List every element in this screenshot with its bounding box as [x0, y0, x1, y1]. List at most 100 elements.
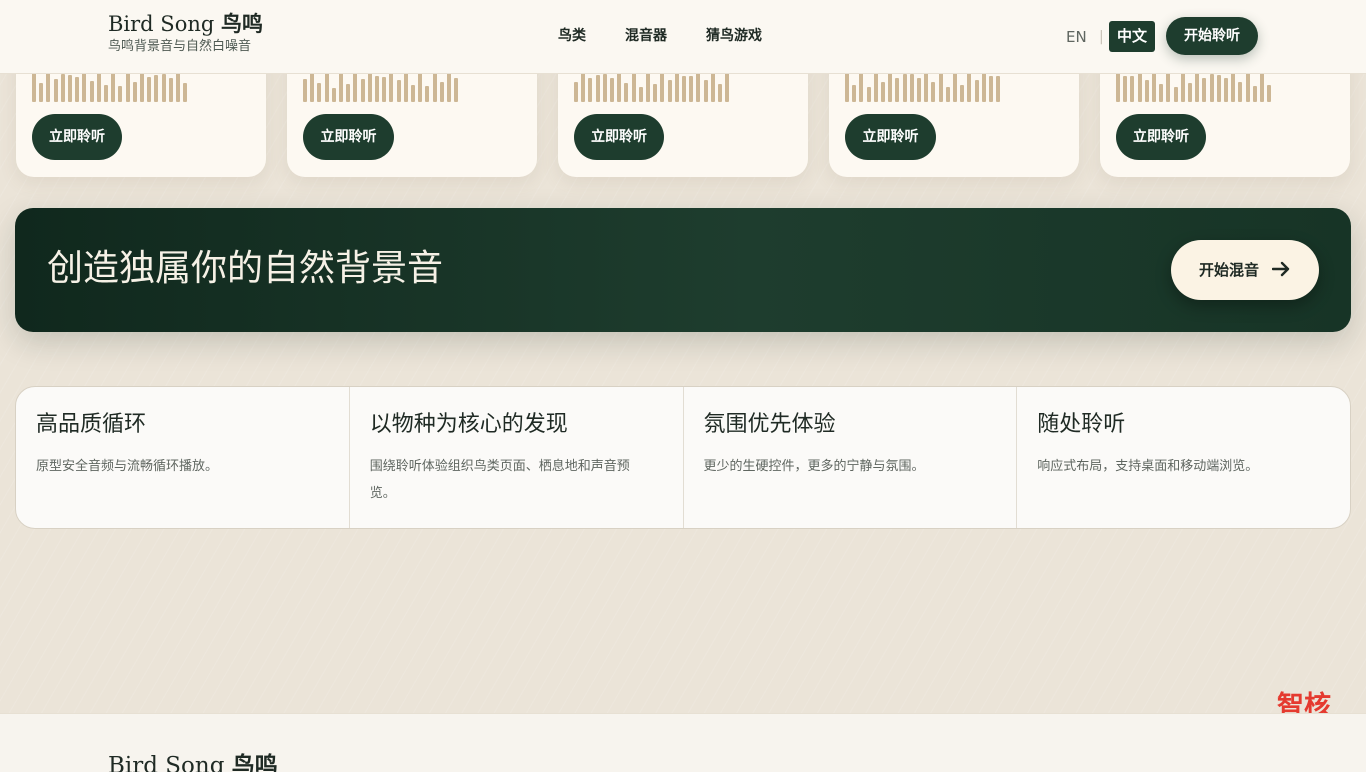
- site-footer: Bird Song 鸟鸣: [0, 713, 1366, 772]
- waveform-bar: [660, 71, 665, 102]
- waveform-bar: [1137, 73, 1142, 102]
- waveform-bar: [75, 77, 80, 102]
- waveform-bar: [653, 84, 658, 102]
- start-mix-button[interactable]: 开始混音: [1171, 240, 1319, 300]
- nav-item-mixer[interactable]: 混音器: [625, 26, 667, 46]
- site-header: Bird Song 鸟鸣 鸟鸣背景音与自然白噪音 鸟类 混音器 猜鸟游戏 EN …: [0, 0, 1366, 74]
- waveform-bar: [703, 80, 708, 102]
- waveform-bar: [403, 71, 408, 102]
- waveform-bar: [931, 82, 936, 102]
- waveform-bar: [1195, 72, 1200, 102]
- waveform-bar: [710, 71, 715, 102]
- lang-zh-toggle[interactable]: 中文: [1109, 21, 1155, 52]
- waveform-bar: [1245, 70, 1250, 102]
- waveform-bar: [938, 70, 943, 102]
- waveform-bar: [996, 76, 1001, 102]
- listen-now-button[interactable]: 立即聆听: [574, 114, 664, 160]
- waveform-bar: [176, 72, 180, 102]
- waveform-bar: [638, 87, 643, 102]
- banner-title: 创造独属你的自然背景音: [47, 248, 444, 289]
- waveform-bar: [989, 76, 993, 102]
- listen-now-button[interactable]: 立即聆听: [32, 114, 122, 160]
- waveform-bar: [945, 87, 950, 102]
- listen-now-button[interactable]: 立即聆听: [303, 114, 394, 160]
- footer-brand-latin: Bird Song: [108, 753, 225, 772]
- waveform-bar: [46, 71, 51, 102]
- waveform-bar: [1166, 70, 1171, 102]
- listen-now-button[interactable]: 立即聆听: [1116, 114, 1206, 160]
- features-grid: 高品质循环 原型安全音频与流畅循环播放。 以物种为核心的发现 围绕聆听体验组织鸟…: [15, 386, 1351, 529]
- waveform-bar: [346, 84, 351, 102]
- waveform-bar: [154, 75, 159, 102]
- waveform-bar: [718, 84, 722, 102]
- waveform-bar: [389, 73, 394, 102]
- waveform-bar: [1238, 82, 1243, 102]
- waveform-bar: [317, 83, 322, 102]
- feature-item: 随处聆听 响应式布局，支持桌面和移动端浏览。: [1017, 387, 1350, 528]
- footer-brand-cn: 鸟鸣: [231, 753, 278, 772]
- waveform-bar: [624, 83, 629, 102]
- waveform-bar: [610, 78, 614, 102]
- waveform-bar: [339, 70, 343, 102]
- waveform-bar: [161, 74, 166, 102]
- waveform-bar: [396, 80, 401, 102]
- waveform-bar: [581, 72, 586, 102]
- brand-logo[interactable]: Bird Song 鸟鸣 鸟鸣背景音与自然白噪音: [108, 10, 263, 56]
- lang-en-toggle[interactable]: EN: [1066, 27, 1087, 47]
- waveform-bar: [602, 74, 607, 102]
- nav-item-guess-game[interactable]: 猜鸟游戏: [706, 26, 762, 46]
- waveform-bar: [125, 71, 130, 102]
- listen-now-button[interactable]: 立即聆听: [845, 114, 936, 160]
- waveform-bar: [111, 70, 116, 102]
- feature-item: 氛围优先体验 更少的生硬控件，更多的宁静与氛围。: [684, 387, 1018, 528]
- waveform-bar: [725, 70, 730, 102]
- main-nav: 鸟类 混音器 猜鸟游戏: [558, 26, 762, 46]
- waveform-bar: [667, 80, 672, 102]
- waveform-bar: [1188, 83, 1192, 102]
- waveform-bar: [439, 82, 444, 102]
- waveform-bar: [310, 72, 315, 102]
- waveform-bar: [953, 70, 957, 102]
- waveform-bar: [418, 70, 423, 102]
- waveform-bar: [895, 78, 900, 102]
- waveform-bar: [617, 72, 622, 102]
- brand-title: Bird Song 鸟鸣: [108, 10, 263, 38]
- waveform-bar: [960, 85, 965, 102]
- waveform-bar: [96, 71, 101, 102]
- waveform-bar: [367, 73, 372, 102]
- brand-latin: Bird Song: [108, 12, 215, 36]
- brand-cn: 鸟鸣: [221, 12, 263, 36]
- waveform-bar: [1159, 84, 1164, 102]
- waveform-bar: [574, 82, 578, 102]
- waveform-bar: [1123, 76, 1128, 102]
- waveform-bar: [432, 70, 437, 102]
- waveform-bar: [631, 70, 636, 102]
- waveform-bar: [924, 72, 929, 102]
- waveform-bar: [118, 86, 123, 102]
- waveform-bar: [425, 86, 430, 102]
- waveform-bar: [1202, 78, 1207, 102]
- waveform-bar: [1130, 76, 1135, 102]
- waveform-bar: [303, 79, 307, 102]
- waveform-bar: [1116, 73, 1120, 102]
- waveform-bar: [1252, 86, 1257, 102]
- feature-title: 高品质循环: [36, 412, 147, 437]
- waveform-bar: [382, 77, 387, 102]
- feature-desc: 更少的生硬控件，更多的宁静与氛围。: [703, 459, 925, 474]
- waveform-bar: [32, 70, 36, 102]
- waveform-bar: [859, 70, 864, 102]
- waveform-bar: [881, 82, 885, 102]
- waveform-bar: [1260, 70, 1264, 102]
- waveform-bar: [454, 78, 459, 102]
- start-listening-button[interactable]: 开始聆听: [1166, 17, 1258, 55]
- waveform-bar: [981, 73, 986, 102]
- nav-item-birds[interactable]: 鸟类: [558, 26, 586, 46]
- feature-title: 随处聆听: [1037, 412, 1126, 437]
- waveform-bar: [53, 79, 58, 102]
- waveform-bar: [909, 74, 914, 102]
- feature-item: 以物种为核心的发现 围绕聆听体验组织鸟类页面、栖息地和声音预览。: [350, 387, 684, 528]
- feature-title: 氛围优先体验: [703, 412, 836, 437]
- waveform-bar: [140, 72, 144, 102]
- waveform-bar: [1267, 85, 1272, 102]
- waveform-bar: [82, 73, 87, 102]
